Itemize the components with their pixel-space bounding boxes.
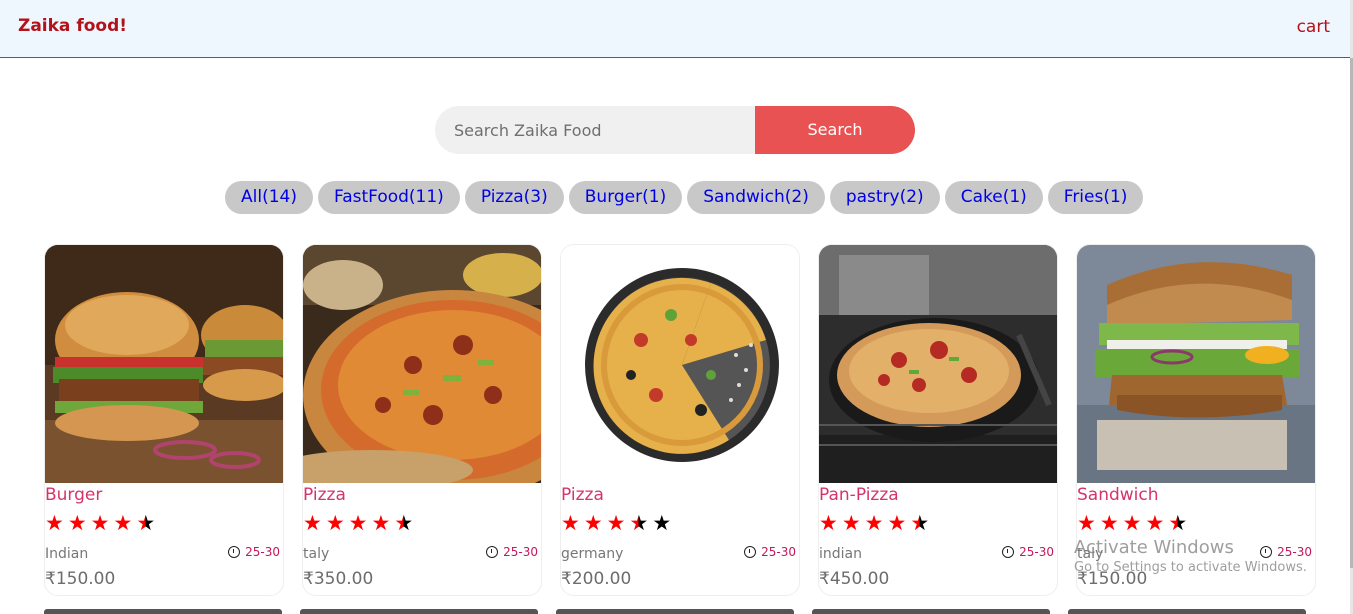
star-icon: ★ [67,511,87,535]
food-origin: taly [303,546,330,562]
star-icon: ★ [864,511,884,535]
clock-icon [744,546,757,558]
search-button[interactable]: Search [755,106,915,154]
filter-chip-fries[interactable]: Fries(1) [1047,181,1144,214]
clock-icon [1260,546,1273,558]
half-star-icon: ★ [910,511,930,535]
filter-chip-all[interactable]: All(14) [225,181,313,214]
star-icon: ★ [348,511,368,535]
brand-logo-text[interactable]: Zaika food! [18,16,127,36]
sandwich-image[interactable] [1077,245,1315,483]
food-title[interactable]: Burger [45,485,102,505]
star-icon: ★ [45,511,64,535]
clock-icon [228,546,241,558]
star-icon: ★ [1077,511,1096,535]
star-icon: ★ [325,511,345,535]
food-card[interactable]: Burger ★ ★ ★ ★ ★ Indian 25-30 ₹150.00 [44,244,284,596]
food-card[interactable]: Pan-Pizza ★ ★ ★ ★ ★ indian 25-30 ₹450.00 [818,244,1058,596]
card-peek [556,609,794,614]
card-peek [812,609,1050,614]
star-icon: ★ [819,511,838,535]
next-card-row-peek [44,609,1306,614]
pizza-pan-image[interactable] [561,245,799,483]
filter-chip-fastfood[interactable]: FastFood(11) [317,181,460,214]
rating-stars: ★ ★ ★ ★ ★ [1077,512,1187,534]
star-icon: ★ [90,511,110,535]
star-icon: ★ [1145,511,1165,535]
card-peek [44,609,282,614]
star-icon: ★ [606,511,626,535]
pizza-image[interactable] [303,245,541,483]
search-input[interactable] [435,106,755,154]
delivery-time-label: 25-30 [503,545,538,559]
delivery-time-label: 25-30 [245,545,280,559]
star-icon: ★ [1122,511,1142,535]
delivery-time: 25-30 [744,545,796,559]
card-peek [1068,609,1306,614]
delivery-time: 25-30 [1002,545,1054,559]
delivery-time: 25-30 [486,545,538,559]
clock-icon [486,546,499,558]
food-price: ₹150.00 [1077,569,1148,589]
food-price: ₹150.00 [45,569,116,589]
rating-stars: ★ ★ ★ ★ ★ [303,512,413,534]
food-price: ₹200.00 [561,569,632,589]
food-card[interactable]: Pizza ★ ★ ★ ★ ★ taly 25-30 ₹350.00 [302,244,542,596]
food-title[interactable]: Pizza [561,485,604,505]
food-origin: indian [819,546,862,562]
filter-chip-pizza[interactable]: Pizza(3) [464,181,564,214]
burger-image[interactable] [45,245,283,483]
category-filters: All(14) FastFood(11) Pizza(3) Burger(1) … [225,181,1144,214]
star-icon: ★ [371,511,391,535]
star-icon: ★ [113,511,133,535]
cart-link[interactable]: cart [1297,17,1330,37]
clock-icon [1002,546,1015,558]
half-star-icon: ★ [394,511,414,535]
card-peek [300,609,538,614]
delivery-time-label: 25-30 [1019,545,1054,559]
delivery-time-label: 25-30 [1277,545,1312,559]
food-card[interactable]: Sandwich ★ ★ ★ ★ ★ taly 25-30 ₹150.00 [1076,244,1316,596]
delivery-time: 25-30 [228,545,280,559]
food-title[interactable]: Pan-Pizza [819,485,899,505]
food-price: ₹450.00 [819,569,890,589]
filter-chip-burger[interactable]: Burger(1) [568,181,683,214]
filter-chip-pastry[interactable]: pastry(2) [829,181,940,214]
food-origin: Indian [45,546,89,562]
star-icon: ★ [887,511,907,535]
pan-pizza-image[interactable] [819,245,1057,483]
rating-stars: ★ ★ ★ ★ ★ [561,512,671,534]
delivery-time-label: 25-30 [761,545,796,559]
star-icon: ★ [561,511,580,535]
food-title[interactable]: Pizza [303,485,346,505]
half-star-icon: ★ [1168,511,1188,535]
navbar: Zaika food! cart [0,0,1350,58]
star-icon: ★ [583,511,603,535]
filter-chip-sandwich[interactable]: Sandwich(2) [687,181,825,214]
food-card[interactable]: Pizza ★ ★ ★ ★ ★ germany 25-30 ₹200.00 [560,244,800,596]
half-star-icon: ★ [629,511,649,535]
half-star-icon: ★ [136,511,156,535]
star-icon: ★ [841,511,861,535]
food-origin: germany [561,546,624,562]
filter-chip-cake[interactable]: Cake(1) [944,181,1043,214]
rating-stars: ★ ★ ★ ★ ★ [45,512,155,534]
food-title[interactable]: Sandwich [1077,485,1159,505]
food-card-list: Burger ★ ★ ★ ★ ★ Indian 25-30 ₹150.00 Pi… [44,244,1316,596]
food-price: ₹350.00 [303,569,374,589]
delivery-time: 25-30 [1260,545,1312,559]
empty-star-icon: ★ [652,511,672,535]
star-icon: ★ [1099,511,1119,535]
star-icon: ★ [303,511,322,535]
food-origin: taly [1077,546,1104,562]
rating-stars: ★ ★ ★ ★ ★ [819,512,929,534]
search-bar: Search [435,106,915,154]
